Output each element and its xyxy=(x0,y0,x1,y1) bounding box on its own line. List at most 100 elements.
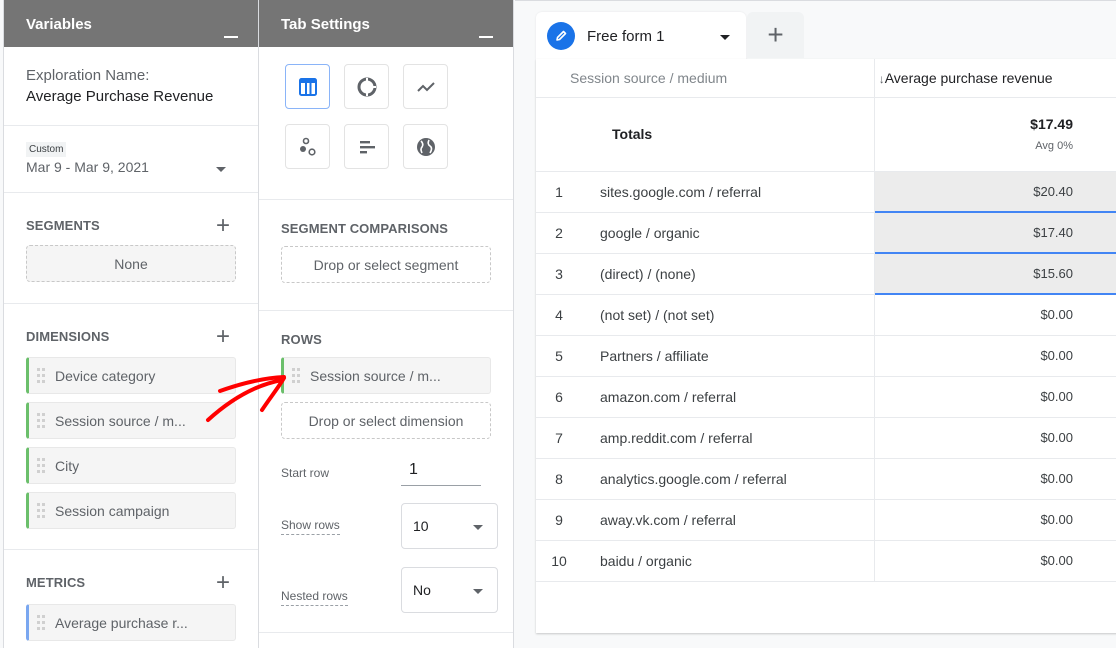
row-metric-value: $0.00 xyxy=(874,499,1116,541)
variables-header: Variables xyxy=(4,0,258,47)
chip-label: Session campaign xyxy=(55,502,170,519)
add-tab-button[interactable]: + xyxy=(747,12,804,58)
pencil-icon[interactable] xyxy=(547,22,575,50)
tab-menu-chevron-icon[interactable] xyxy=(720,35,730,40)
table-row[interactable]: 9 away.vk.com / referral $0.00 xyxy=(536,499,1116,541)
dimension-chip-session-campaign[interactable]: Session campaign xyxy=(26,492,236,529)
chevron-down-icon xyxy=(473,525,483,530)
row-dimension[interactable]: baidu / organic xyxy=(576,540,875,582)
row-dimension[interactable]: away.vk.com / referral xyxy=(576,499,875,541)
tab-settings-panel: Tab Settings SEGMENT COMPARISONS Drop or… xyxy=(258,0,514,648)
show-rows-setting: Show rows 10 xyxy=(281,503,498,549)
drag-handle-icon[interactable] xyxy=(292,367,300,384)
table-row[interactable]: 1 sites.google.com / referral $20.40 xyxy=(536,171,1116,213)
row-index: 5 xyxy=(536,335,576,377)
rows-section: ROWS Session source / m... Drop or selec… xyxy=(259,311,513,633)
row-index: 10 xyxy=(536,540,576,582)
segment-drop-zone[interactable]: Drop or select segment xyxy=(281,246,491,283)
segment-comparisons-label: SEGMENT COMPARISONS xyxy=(281,221,449,236)
donut-chart-icon xyxy=(357,77,376,96)
viz-table-button[interactable] xyxy=(285,64,330,109)
metrics-label: METRICS xyxy=(26,575,86,590)
start-row-input[interactable]: 1 xyxy=(401,461,481,486)
add-dimension-icon[interactable]: + xyxy=(216,325,230,349)
table-row[interactable]: 4 (not set) / (not set) $0.00 xyxy=(536,294,1116,336)
chip-label: Average purchase r... xyxy=(55,614,188,631)
dimension-drop-zone[interactable]: Drop or select dimension xyxy=(281,402,491,439)
row-metric-value: $0.00 xyxy=(874,376,1116,418)
row-dimension[interactable]: analytics.google.com / referral xyxy=(576,458,875,500)
metric-column-header[interactable]: ↓Average purchase revenue xyxy=(874,59,1116,98)
dimension-chip-session-source[interactable]: Session source / m... xyxy=(26,402,236,439)
table-row[interactable]: 6 amazon.com / referral $0.00 xyxy=(536,376,1116,418)
add-segment-icon[interactable]: + xyxy=(216,214,230,238)
row-metric-value: $0.00 xyxy=(874,540,1116,582)
viz-bar-button[interactable] xyxy=(344,124,389,169)
tab-free-form-1[interactable]: Free form 1 xyxy=(536,12,746,60)
date-range-picker[interactable]: Mar 9 - Mar 9, 2021 xyxy=(26,157,236,189)
viz-geo-button[interactable] xyxy=(403,124,448,169)
viz-line-button[interactable] xyxy=(403,64,448,109)
row-metric-value: $17.40 xyxy=(874,212,1116,254)
row-index: 7 xyxy=(536,417,576,459)
segments-label: SEGMENTS xyxy=(26,218,100,233)
row-dimension[interactable]: amp.reddit.com / referral xyxy=(576,417,875,459)
row-index: 8 xyxy=(536,458,576,500)
free-form-table: Session source / medium ↓Average purchas… xyxy=(536,59,1116,633)
nested-rows-setting: Nested rows No xyxy=(281,567,498,613)
viz-donut-button[interactable] xyxy=(344,64,389,109)
chip-label: Session source / m... xyxy=(310,367,441,384)
dimension-chip-city[interactable]: City xyxy=(26,447,236,484)
dimension-chip-device-category[interactable]: Device category xyxy=(26,357,236,394)
row-metric-value: $0.00 xyxy=(874,335,1116,377)
exploration-name-label: Exploration Name: xyxy=(26,67,150,84)
row-chip-session-source[interactable]: Session source / m... xyxy=(281,357,491,394)
table-row[interactable]: 5 Partners / affiliate $0.00 xyxy=(536,335,1116,377)
chevron-down-icon[interactable] xyxy=(216,167,226,172)
dimension-column-header[interactable]: Session source / medium xyxy=(536,59,875,98)
metric-chip-average-purchase-revenue[interactable]: Average purchase r... xyxy=(26,604,236,641)
row-dimension[interactable]: google / organic xyxy=(576,212,875,254)
segments-empty[interactable]: None xyxy=(26,245,236,282)
table-row[interactable]: 3 (direct) / (none) $15.60 xyxy=(536,253,1116,295)
row-dimension[interactable]: (direct) / (none) xyxy=(576,253,875,295)
drag-handle-icon[interactable] xyxy=(37,412,45,429)
dimensions-label: DIMENSIONS xyxy=(26,329,110,344)
totals-label: Totals xyxy=(536,97,875,172)
globe-icon xyxy=(416,137,435,156)
drag-handle-icon[interactable] xyxy=(37,502,45,519)
table-row[interactable]: 10 baidu / organic $0.00 xyxy=(536,540,1116,582)
exploration-name-input[interactable]: Average Purchase Revenue xyxy=(26,84,236,121)
minimize-icon[interactable] xyxy=(224,36,238,38)
row-index: 6 xyxy=(536,376,576,418)
viz-scatter-button[interactable] xyxy=(285,124,330,169)
add-metric-icon[interactable]: + xyxy=(216,571,230,595)
chip-label: Session source / m... xyxy=(55,412,186,429)
drag-handle-icon[interactable] xyxy=(37,367,45,384)
row-index: 1 xyxy=(536,171,576,213)
row-dimension[interactable]: Partners / affiliate xyxy=(576,335,875,377)
row-dimension[interactable]: amazon.com / referral xyxy=(576,376,875,418)
chip-label: City xyxy=(55,457,80,474)
chevron-down-icon xyxy=(473,589,483,594)
row-dimension[interactable]: sites.google.com / referral xyxy=(576,171,875,213)
table-row[interactable]: 2 google / organic $17.40 xyxy=(536,212,1116,254)
date-range-section[interactable]: Custom Mar 9 - Mar 9, 2021 xyxy=(4,126,258,193)
nested-rows-label: Nested rows xyxy=(281,589,348,606)
metric-header-label: Average purchase revenue xyxy=(884,69,1053,86)
minimize-icon[interactable] xyxy=(479,36,493,38)
nested-rows-select[interactable]: No xyxy=(401,567,498,613)
row-metric-value: $0.00 xyxy=(874,294,1116,336)
chip-label: Device category xyxy=(55,367,156,384)
drag-handle-icon[interactable] xyxy=(37,457,45,474)
table-row[interactable]: 8 analytics.google.com / referral $0.00 xyxy=(536,458,1116,500)
start-row-label: Start row xyxy=(281,466,330,480)
row-dimension[interactable]: (not set) / (not set) xyxy=(576,294,875,336)
drag-handle-icon[interactable] xyxy=(37,614,45,631)
show-rows-select[interactable]: 10 xyxy=(401,503,498,549)
segment-comparisons-section: SEGMENT COMPARISONS Drop or select segme… xyxy=(259,200,513,311)
totals-value: $17.49 xyxy=(1030,116,1073,132)
date-range-value: Mar 9 - Mar 9, 2021 xyxy=(26,159,149,175)
table-row[interactable]: 7 amp.reddit.com / referral $0.00 xyxy=(536,417,1116,459)
variables-title: Variables xyxy=(26,16,92,33)
